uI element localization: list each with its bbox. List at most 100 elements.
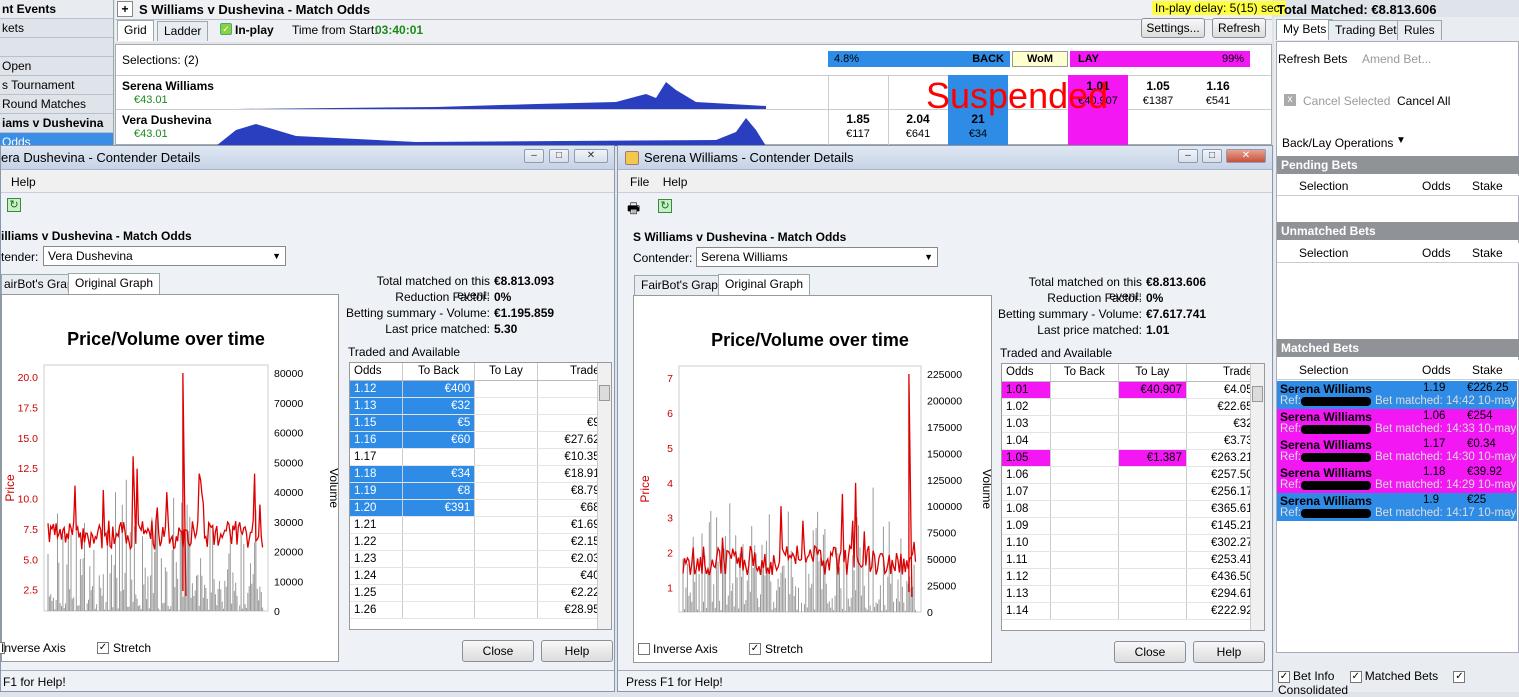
contender-select[interactable]: Serena Williams ▼ (696, 247, 938, 267)
menubar: File Help (618, 171, 1272, 193)
table-row[interactable]: 1.10 €302.276 (1002, 534, 1264, 552)
matched-bet-row[interactable]: Serena Williams 1.19 €226.25 Ref: Bet matche… (1277, 381, 1517, 409)
table-row[interactable]: 1.23 €2.032 (350, 550, 611, 568)
lay-price[interactable]: 1.05 €1387 (1128, 79, 1188, 107)
table-row[interactable]: 1.19 €8 €8.795 (350, 482, 611, 500)
back-lay-ops-dropdown[interactable]: Back/Lay Operations (1282, 136, 1393, 150)
tab-original-graph[interactable]: Original Graph (718, 274, 811, 295)
tab-ladder[interactable]: Ladder (157, 21, 209, 41)
refresh-icon[interactable]: ↻ (658, 199, 672, 213)
maximize-icon[interactable]: □ (549, 149, 569, 163)
table-row[interactable]: 1.01 €40.907 €4.051 (1002, 381, 1264, 399)
runner-name: Vera Dushevina (122, 113, 212, 127)
table-row[interactable]: 1.26 €28.959 (350, 601, 611, 619)
table-row[interactable]: 1.08 €365.614 (1002, 500, 1264, 518)
y-tick-label: 4 (667, 478, 673, 490)
table-row[interactable]: 1.05 €1.387 €263.213 (1002, 449, 1264, 467)
y2-tick-label: 50000 (274, 457, 303, 469)
nav-item[interactable]: s Tournament (0, 76, 113, 95)
table-row[interactable]: 1.22 €2.153 (350, 533, 611, 551)
refresh-button[interactable]: Refresh (1212, 18, 1266, 38)
stretch-checkbox[interactable]: ✓ (749, 643, 761, 655)
matched-bet-row[interactable]: Serena Williams 1.17 €0.34 Ref: Bet matched:… (1277, 437, 1517, 465)
col-header[interactable]: To Lay (474, 363, 538, 381)
amend-bet-button[interactable]: Amend Bet... (1362, 52, 1431, 66)
table-row[interactable]: 1.09 €145.214 (1002, 517, 1264, 535)
nav-item[interactable]: Round Matches (0, 95, 113, 114)
minimize-icon[interactable]: – (1178, 149, 1198, 163)
inverse-axis-checkbox[interactable] (638, 643, 650, 655)
col-header[interactable]: To Lay (1118, 364, 1187, 382)
refresh-icon[interactable]: ↻ (7, 198, 21, 212)
menu-help[interactable]: Help (1, 175, 36, 189)
bet-selection: Serena Williams (1280, 410, 1372, 424)
table-row[interactable]: 1.07 €256.170 (1002, 483, 1264, 501)
print-icon[interactable]: 🖶 (627, 198, 640, 222)
add-tab-button[interactable]: + (117, 1, 133, 17)
table-row[interactable]: 1.13 €32 (350, 397, 611, 415)
table-row[interactable]: 1.18 €34 €18.912 (350, 465, 611, 483)
nav-item[interactable]: Open (0, 57, 113, 76)
scrollbar[interactable] (1250, 364, 1264, 630)
table-row[interactable]: 1.04 €3.735 (1002, 432, 1264, 450)
settings-button[interactable]: Settings... (1141, 18, 1205, 38)
table-row[interactable]: 1.17 €10.355 (350, 448, 611, 466)
help-button[interactable]: Help (541, 640, 613, 662)
close-icon[interactable]: ✕ (1226, 149, 1266, 163)
minimize-icon[interactable]: – (524, 149, 544, 163)
table-row[interactable]: 1.06 €257.508 (1002, 466, 1264, 484)
tab-grid[interactable]: Grid (117, 20, 154, 41)
cancel-all-button[interactable]: Cancel All (1397, 94, 1450, 108)
table-row[interactable]: 1.14 €222.926 (1002, 602, 1264, 620)
cancel-selected-button[interactable]: Cancel Selected (1303, 94, 1390, 108)
table-row[interactable]: 1.24 €404 (350, 567, 611, 585)
table-row[interactable]: 1.21 €1.693 (350, 516, 611, 534)
table-row[interactable]: 1.13 €294.613 (1002, 585, 1264, 603)
col-header[interactable]: Odds (350, 363, 403, 381)
matched-bet-row[interactable]: Serena Williams 1.06 €254 Ref: Bet matched: … (1277, 409, 1517, 437)
bet-selection: Serena Williams (1280, 438, 1372, 452)
refresh-bets-button[interactable]: Refresh Bets (1278, 52, 1347, 66)
menu-help[interactable]: Help (663, 175, 688, 189)
table-row[interactable]: 1.15€5€91 (350, 414, 611, 432)
matched-bet-row[interactable]: Serena Williams 1.18 €39.92 Ref: Bet matched… (1277, 465, 1517, 493)
col-header[interactable]: Odds (1002, 364, 1052, 382)
chevron-down-icon[interactable]: ▼ (1396, 135, 1406, 146)
table-row[interactable]: 1.12 €436.506 (1002, 568, 1264, 586)
tab-rules[interactable]: Rules (1397, 20, 1442, 40)
help-button[interactable]: Help (1193, 641, 1265, 663)
runner-volume-sparkline (236, 82, 766, 110)
close-button[interactable]: Close (462, 640, 534, 662)
matched-bets-checkbox[interactable]: ✓ (1349, 670, 1362, 683)
back-price[interactable]: 1.85 €117 (828, 112, 888, 140)
col-header[interactable]: To Back (402, 363, 476, 381)
bet-info-checkbox[interactable]: ✓ (1278, 670, 1290, 683)
nav-item-match[interactable]: iams v Dushevina (0, 114, 113, 133)
contender-select[interactable]: Vera Dushevina ▼ (43, 246, 286, 266)
menu-file[interactable]: File (618, 175, 659, 189)
scrollbar[interactable] (597, 363, 611, 629)
table-row[interactable]: 1.25 €2.229 (350, 584, 611, 602)
table-row[interactable]: 1.02 €22.652 (1002, 398, 1264, 416)
table-row[interactable]: 1.20 €391 €684 (350, 499, 611, 517)
nav-item[interactable]: kets (0, 19, 113, 38)
table-row[interactable]: 1.11 €253.412 (1002, 551, 1264, 569)
runner-pl: €43.01 (134, 94, 168, 106)
nav-item[interactable] (0, 38, 113, 57)
maximize-icon[interactable]: □ (1202, 149, 1222, 163)
market-header: + S Williams v Dushevina - Match Odds In… (115, 0, 1286, 20)
matched-bet-row[interactable]: Serena Williams 1.9 €25 Ref: Bet matched: 14… (1277, 493, 1517, 521)
tab-original-graph[interactable]: Original Graph (68, 273, 161, 294)
close-button[interactable]: Close (1114, 641, 1186, 663)
table-row[interactable]: 1.03 €328 (1002, 415, 1264, 433)
tab-my-bets[interactable]: My Bets (1276, 19, 1334, 40)
col-header[interactable]: To Back (1050, 364, 1119, 382)
matched-cols: Selection Odds Stake (1277, 360, 1519, 380)
consolidated-checkbox[interactable]: ✓ (1453, 670, 1466, 683)
lay-price[interactable]: 1.16 €541 (1188, 79, 1248, 107)
tab-fairbot-graph[interactable]: FairBot's Graph (634, 275, 732, 295)
stretch-checkbox[interactable]: ✓ (97, 642, 109, 654)
table-row[interactable]: 1.16 €60 €27.627 (350, 431, 611, 449)
close-icon[interactable]: ✕ (574, 149, 608, 163)
table-row[interactable]: 1.12 €400 (350, 380, 611, 398)
